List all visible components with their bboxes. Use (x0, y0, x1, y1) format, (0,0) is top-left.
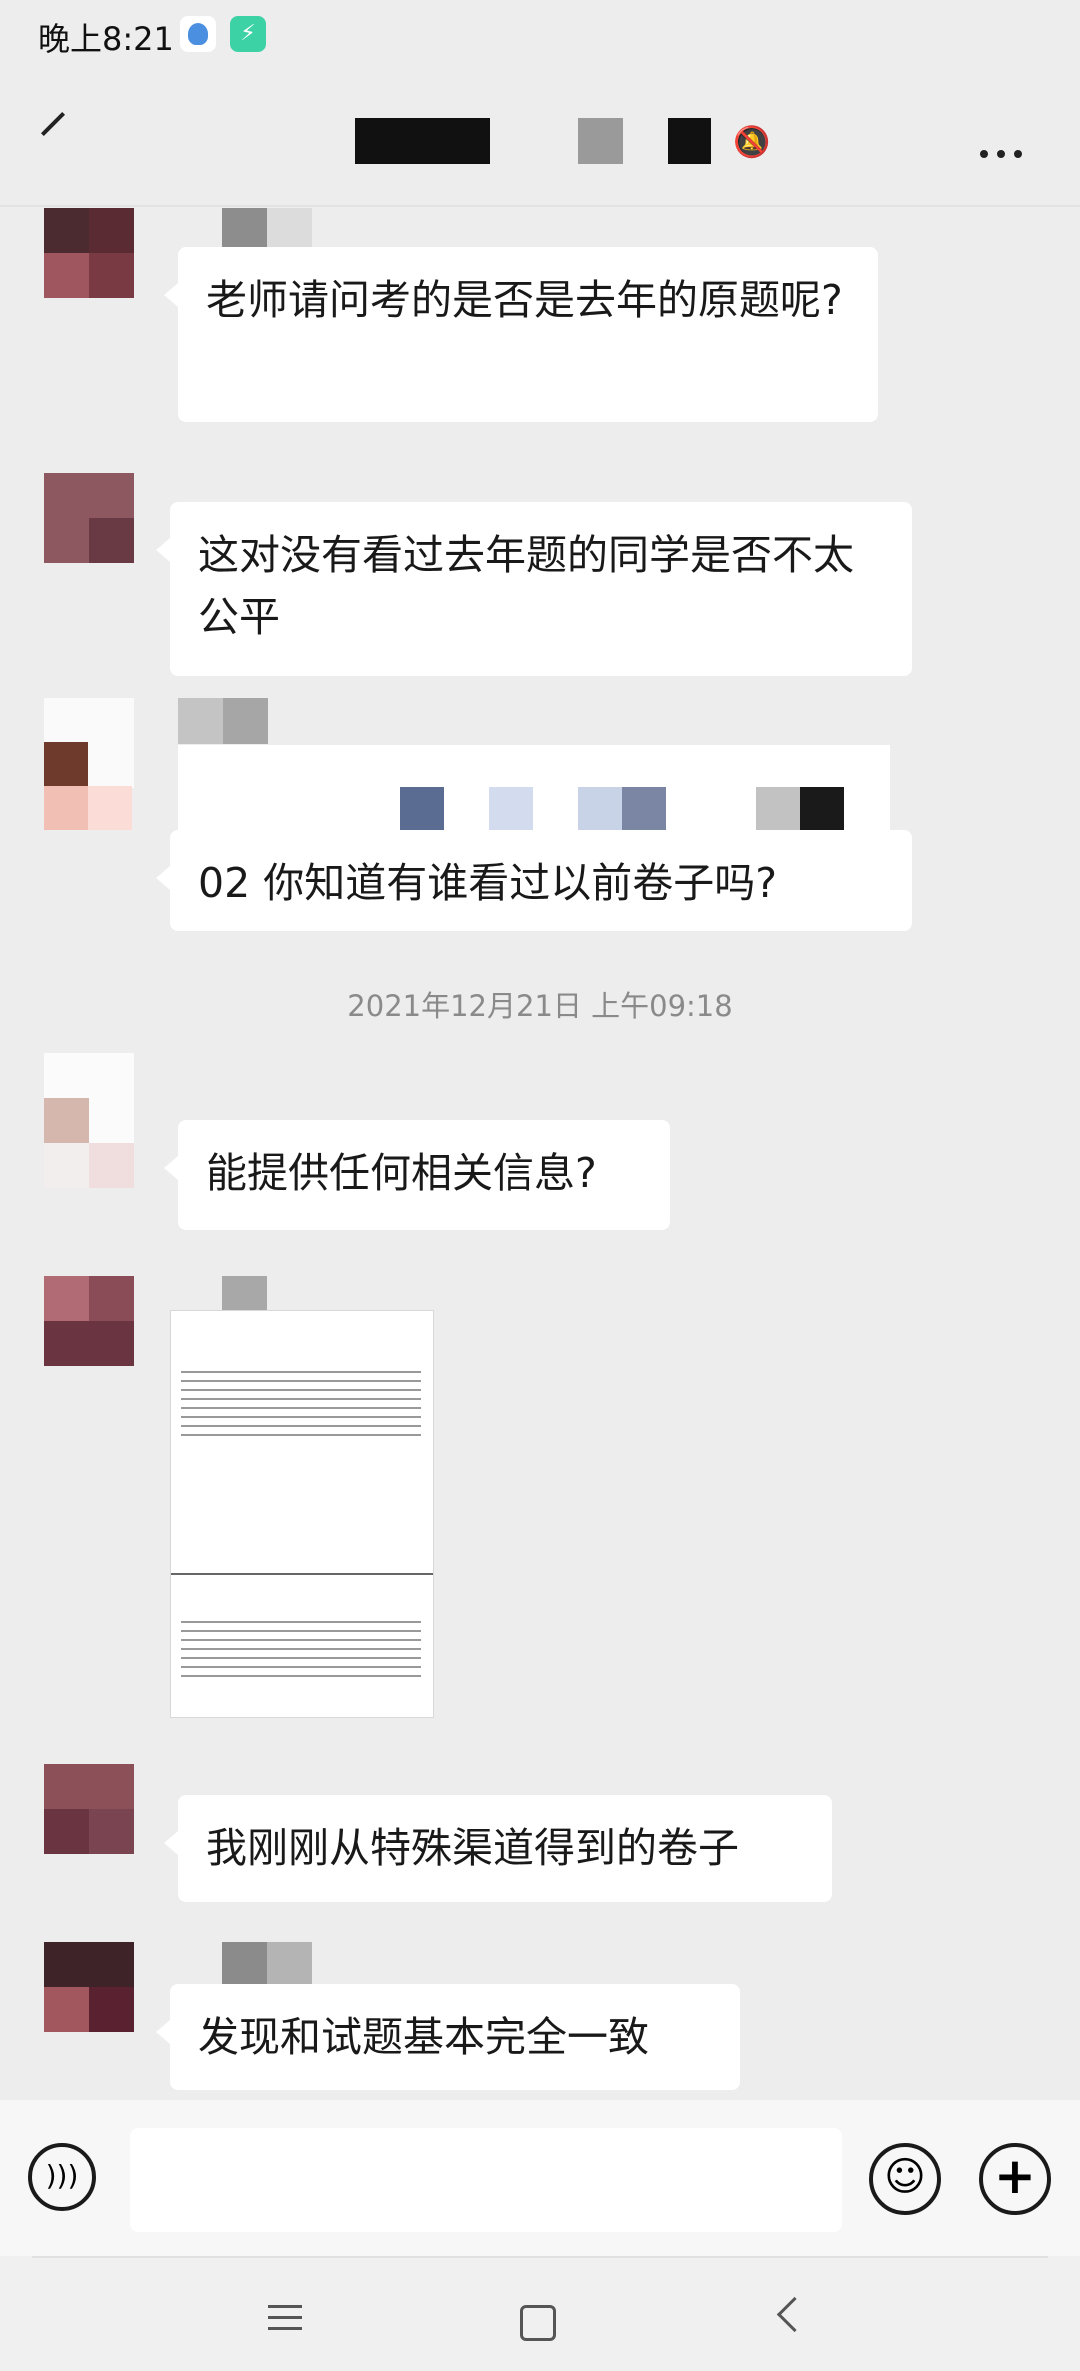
message-bubble[interactable]: 发现和试题基本完全一致 (156, 1984, 740, 2090)
charging-icon: ⚡ (230, 16, 266, 52)
message-text: 老师请问考的是否是去年的原题呢? (206, 276, 843, 324)
voice-icon[interactable]: ))) (28, 2143, 96, 2211)
more-dots-icon[interactable] (980, 143, 1031, 162)
chat-title-redacted-3 (668, 118, 711, 164)
redacted-strip (178, 745, 890, 835)
plus-icon[interactable]: + (979, 2143, 1051, 2215)
time-separator: 2021年12月21日 上午09:18 (347, 989, 733, 1023)
message-bubble[interactable]: 老师请问考的是否是去年的原题呢? (164, 247, 878, 422)
status-bar: 晚上8:21 ⚡ (0, 0, 1080, 70)
message-bubble[interactable]: 能提供任何相关信息? (164, 1120, 670, 1230)
message-bubble[interactable]: 这对没有看过去年题的同学是否不太公平 (156, 502, 912, 676)
app-notification-icon (180, 16, 216, 52)
home-icon[interactable] (520, 2305, 556, 2341)
chat-title-redacted (355, 118, 490, 164)
message-text: 这对没有看过去年题的同学是否不太公平 (198, 531, 854, 641)
nav-divider (32, 2256, 1048, 2258)
status-time: 晚上8:21 (38, 20, 174, 58)
message-text: 02 你知道有谁看过以前卷子吗? (198, 859, 777, 907)
emoji-icon[interactable]: ☺ (869, 2143, 941, 2215)
avatar[interactable] (44, 1942, 134, 2032)
exam-image-message[interactable] (170, 1310, 434, 1718)
avatar[interactable] (44, 698, 134, 830)
avatar[interactable] (44, 208, 134, 298)
header-divider (0, 205, 1080, 207)
message-input[interactable] (130, 2128, 842, 2232)
message-text: 能提供任何相关信息? (206, 1149, 597, 1197)
bell-muted-icon: 🔕 (733, 125, 771, 160)
message-text: 发现和试题基本完全一致 (198, 2013, 649, 2061)
avatar[interactable] (44, 1764, 134, 1854)
message-bubble[interactable]: 02 你知道有谁看过以前卷子吗? (156, 830, 912, 931)
menu-icon[interactable] (268, 2305, 302, 2338)
avatar[interactable] (44, 1276, 134, 1366)
avatar[interactable] (44, 473, 134, 563)
sender-name-redacted (222, 1942, 312, 1988)
message-text: 我刚刚从特殊渠道得到的卷子 (206, 1824, 739, 1872)
sender-name-redacted (178, 698, 268, 744)
avatar[interactable] (44, 1053, 134, 1188)
chat-header (0, 70, 1080, 200)
chat-title-redacted-2 (578, 118, 623, 164)
message-bubble[interactable]: 我刚刚从特殊渠道得到的卷子 (164, 1795, 832, 1902)
